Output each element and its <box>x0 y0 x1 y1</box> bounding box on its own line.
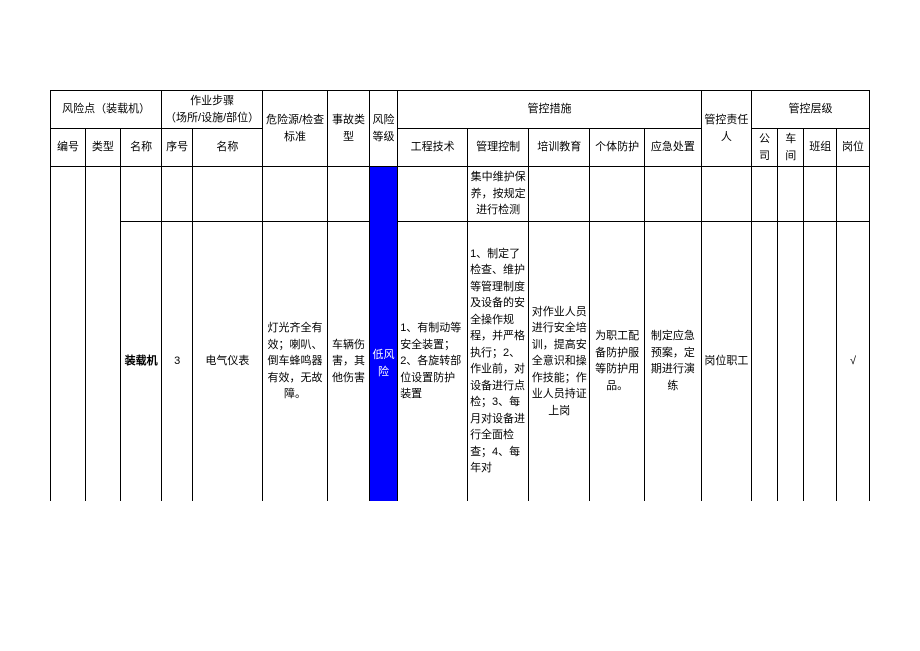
cell-ppe <box>590 167 645 222</box>
cell-post <box>837 167 870 222</box>
cell-emergency: 制定应急预案，定期进行演练 <box>644 221 701 501</box>
cell-name <box>120 167 161 222</box>
hdr-step-name: 名称 <box>192 129 262 167</box>
header-row-1: 风险点（装载机） 作业步骤 （场所/设施/部位） 危险源/检查标准 事故类型 风… <box>51 91 870 129</box>
hdr-company: 公司 <box>751 129 777 167</box>
cell-team <box>804 167 837 222</box>
cell-mgmt-ctrl: 集中维护保养，按规定进行检测 <box>468 167 529 222</box>
cell-team <box>804 221 837 501</box>
hdr-control-measures: 管控措施 <box>398 91 702 129</box>
cell-name: 装载机 <box>120 221 161 501</box>
hdr-accident-type: 事故类型 <box>328 91 369 167</box>
table-row: 装载机 3 电气仪表 灯光齐全有效；喇叭、倒车蜂鸣器有效，无故障。 车辆伤害，其… <box>51 221 870 501</box>
cell-responsible <box>701 167 751 222</box>
hdr-training: 培训教育 <box>529 129 590 167</box>
cell-hazard: 灯光齐全有效；喇叭、倒车蜂鸣器有效，无故障。 <box>262 221 328 501</box>
hdr-responsible: 管控责任人 <box>701 91 751 167</box>
cell-responsible: 岗位职工 <box>701 221 751 501</box>
cell-no <box>51 167 86 502</box>
hdr-team: 班组 <box>804 129 837 167</box>
cell-step-name <box>192 167 262 222</box>
cell-post: √ <box>837 221 870 501</box>
hdr-no: 编号 <box>51 129 86 167</box>
cell-risk-level: 低风险 <box>369 167 397 502</box>
cell-step-name: 电气仪表 <box>192 221 262 501</box>
hdr-mgmt-ctrl: 管理控制 <box>468 129 529 167</box>
document-page: 风险点（装载机） 作业步骤 （场所/设施/部位） 危险源/检查标准 事故类型 风… <box>0 0 920 651</box>
cell-training: 对作业人员进行安全培训，提高安全意识和操作技能；作业人员持证上岗 <box>529 221 590 501</box>
cell-hazard <box>262 167 328 222</box>
cell-seq: 3 <box>162 221 193 501</box>
cell-accident-type: 车辆伤害，其他伤害 <box>328 221 369 501</box>
hdr-seq: 序号 <box>162 129 193 167</box>
hdr-control-level: 管控层级 <box>751 91 869 129</box>
cell-seq <box>162 167 193 222</box>
hdr-workshop: 车间 <box>778 129 804 167</box>
cell-company <box>751 167 777 222</box>
cell-mgmt-ctrl: 1、制定了检查、维护等管理制度及设备的安全操作规程，并严格执行；2、作业前，对设… <box>468 221 529 501</box>
hdr-ppe: 个体防护 <box>590 129 645 167</box>
cell-ppe: 为职工配备防护服等防护用品。 <box>590 221 645 501</box>
hdr-risk-level: 风险等级 <box>369 91 397 167</box>
cell-workshop <box>778 221 804 501</box>
hdr-emergency: 应急处置 <box>644 129 701 167</box>
cell-type <box>85 167 120 502</box>
hdr-eng-tech: 工程技术 <box>398 129 468 167</box>
cell-company <box>751 221 777 501</box>
hdr-risk-point: 风险点（装载机） <box>51 91 162 129</box>
hdr-name: 名称 <box>120 129 161 167</box>
cell-eng-tech: 1、有制动等安全装置；2、各旋转部位设置防护装置 <box>398 221 468 501</box>
hdr-type: 类型 <box>85 129 120 167</box>
hdr-work-step: 作业步骤 （场所/设施/部位） <box>162 91 262 129</box>
table-row: 低风险 集中维护保养，按规定进行检测 <box>51 167 870 222</box>
hdr-hazard: 危险源/检查标准 <box>262 91 328 167</box>
risk-table: 风险点（装载机） 作业步骤 （场所/设施/部位） 危险源/检查标准 事故类型 风… <box>50 90 870 501</box>
cell-emergency <box>644 167 701 222</box>
cell-workshop <box>778 167 804 222</box>
hdr-post: 岗位 <box>837 129 870 167</box>
cell-training <box>529 167 590 222</box>
cell-eng-tech <box>398 167 468 222</box>
cell-accident-type <box>328 167 369 222</box>
